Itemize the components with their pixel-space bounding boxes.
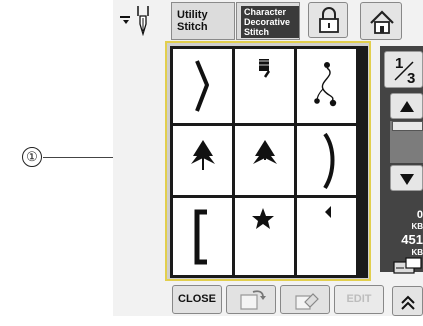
eraser-icon [295,293,319,310]
stitch-cell-star[interactable] [235,198,294,275]
stitch-cell-right-bracket[interactable] [173,49,232,123]
tab-utility-line-1: Utility [177,9,208,21]
satin-hook-stitch-icon [257,59,271,78]
tab-utility-stitch[interactable]: Utility Stitch [171,2,235,40]
left-bracket-stitch-icon [194,209,207,265]
delete-button[interactable] [280,285,330,314]
small-leaf-stitch-icon [325,206,331,218]
edit-button[interactable]: EDIT [334,285,384,314]
scroll-up-button[interactable] [390,93,423,119]
stitch-cell-right-parenthesis[interactable] [297,126,356,195]
scrollbar-thumb[interactable] [392,121,423,131]
tab-utility-line-2: Stitch [177,21,208,33]
memory-used-value: 0 [416,209,423,221]
tab-character-decorative-stitch[interactable]: Character Decorative Stitch [236,2,300,40]
stitch-cell-leaf-right[interactable] [235,126,294,195]
tab-character-label: Character Decorative Stitch [241,6,299,38]
tab-character-line-3: Stitch [244,27,270,37]
home-icon [370,10,394,34]
stitch-cell-satin-hook[interactable] [235,49,294,123]
triangle-down-icon [400,174,414,185]
scroll-down-button[interactable] [390,165,423,191]
callout-number: ① [22,147,42,167]
expand-button[interactable] [392,286,423,316]
lock-button[interactable] [308,2,348,38]
page-fraction: 1 3 [394,55,415,87]
leaf-left-stitch-icon [191,140,215,170]
machine-memory-icon [393,257,422,274]
memory-used-unit: KB [411,222,423,231]
stitch-cell-leaf-left[interactable] [173,126,232,195]
star-stitch-icon [252,208,274,229]
leaf-right-stitch-icon [253,140,277,164]
needle-position-icon [120,6,149,36]
tab-character-line-1: Character [244,7,287,17]
retrieve-button[interactable] [226,285,276,314]
lock-icon [319,7,339,33]
right-bracket-stitch-icon [195,60,209,112]
stitch-cell-small-leaf[interactable] [297,198,356,275]
page-current: 1 [395,55,403,72]
page-total: 3 [407,70,415,87]
page-indicator: 1 3 [384,51,423,88]
memory-free-value: 451 [401,232,423,247]
retrieve-memory-icon [240,290,266,310]
swirl-flower-stitch-icon [314,62,337,107]
stitch-cell-swirl-flower[interactable] [297,49,356,123]
double-chevron-up-icon [401,295,415,310]
stitch-cell-left-bracket[interactable] [173,198,232,275]
home-button[interactable] [360,2,402,40]
right-parenthesis-stitch-icon [323,132,335,190]
tab-character-line-2: Decorative [244,17,291,27]
triangle-up-icon [400,101,414,112]
close-button[interactable]: CLOSE [172,285,222,314]
